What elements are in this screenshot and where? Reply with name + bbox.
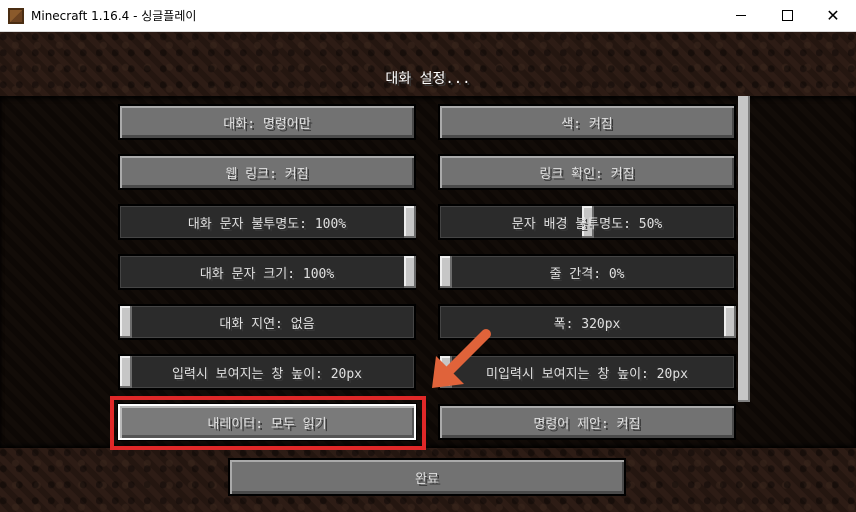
slider-knob[interactable] [724,306,736,338]
text-background-opacity-slider[interactable]: 문자 배경 불투명도: 50% [438,204,736,240]
button-label: 내레이터: 모두 읽기 [207,416,327,432]
close-icon: ✕ [826,6,840,25]
slider-knob[interactable] [440,256,452,288]
chat-width-slider[interactable]: 폭: 320px [438,304,736,340]
slider-label: 미입력시 보여지는 창 높이: 20px [485,366,688,382]
window-titlebar: Minecraft 1.16.4 - 싱글플레이 ✕ [0,0,856,32]
scrollbar-thumb[interactable] [738,96,750,402]
slider-label: 문자 배경 불투명도: 50% [511,216,663,232]
slider-knob[interactable] [404,256,416,288]
maximize-icon [781,10,793,21]
button-label: 대화: 명령어만 [223,116,311,132]
slider-label: 대화 문자 불투명도: 100% [187,216,347,232]
chat-colors-button[interactable]: 색: 켜짐 [438,104,736,140]
link-prompt-button[interactable]: 링크 확인: 켜짐 [438,154,736,190]
slider-label: 줄 간격: 0% [549,266,625,282]
minecraft-app-icon [8,8,24,24]
chat-visibility-button[interactable]: 대화: 명령어만 [118,104,416,140]
chat-scale-slider[interactable]: 대화 문자 크기: 100% [118,254,416,290]
slider-label: 대화 지연: 없음 [219,316,315,332]
close-button[interactable]: ✕ [810,0,856,31]
chat-opacity-slider[interactable]: 대화 문자 불투명도: 100% [118,204,416,240]
minimize-button[interactable] [718,0,764,31]
web-links-button[interactable]: 웹 링크: 켜짐 [118,154,416,190]
maximize-button[interactable] [764,0,810,31]
slider-knob[interactable] [440,356,452,388]
slider-label: 폭: 320px [553,316,621,332]
button-label: 웹 링크: 켜짐 [225,166,309,182]
button-label: 명령어 제안: 켜짐 [533,416,641,432]
options-scrollbar[interactable] [738,96,750,402]
slider-knob[interactable] [404,206,416,238]
button-label: 완료 [415,471,439,487]
slider-knob[interactable] [120,356,132,388]
slider-label: 입력시 보여지는 창 높이: 20px [171,366,363,382]
slider-label: 대화 문자 크기: 100% [199,266,335,282]
narrator-button[interactable]: 내레이터: 모두 읽기 [118,404,416,440]
command-suggestions-button[interactable]: 명령어 제안: 켜짐 [438,404,736,440]
line-spacing-slider[interactable]: 줄 간격: 0% [438,254,736,290]
page-title: 대화 설정... [385,71,471,87]
window-title: Minecraft 1.16.4 - 싱글플레이 [31,9,197,23]
focused-height-slider[interactable]: 입력시 보여지는 창 높이: 20px [118,354,416,390]
minimize-icon [736,15,746,16]
unfocused-height-slider[interactable]: 미입력시 보여지는 창 높이: 20px [438,354,736,390]
button-label: 색: 켜짐 [561,116,613,132]
chat-settings-screen: 대화 설정... 대화: 명령어만 색: 켜짐 웹 링크: 켜짐 링크 확인: … [0,32,856,512]
chat-delay-slider[interactable]: 대화 지연: 없음 [118,304,416,340]
slider-knob[interactable] [120,306,132,338]
button-label: 링크 확인: 켜짐 [539,166,635,182]
done-button[interactable]: 완료 [228,458,626,496]
